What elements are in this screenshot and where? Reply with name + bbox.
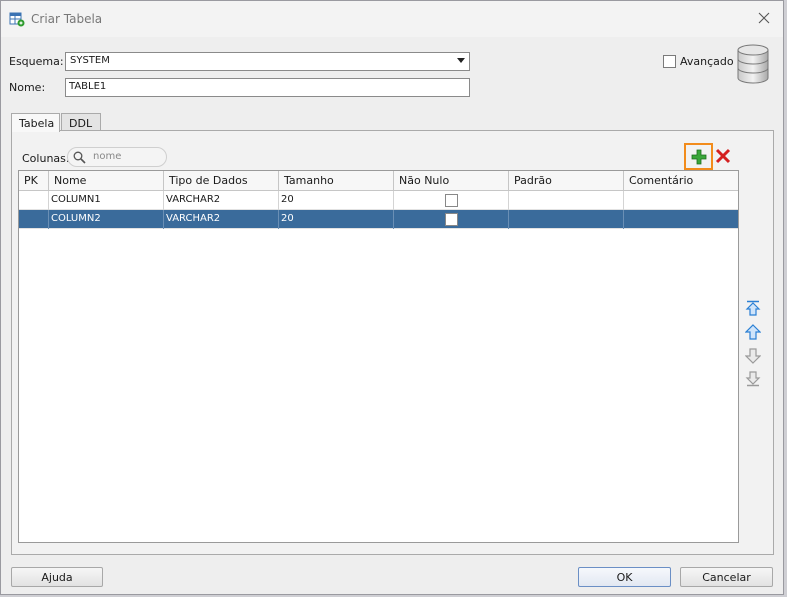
cell-size[interactable]: 20	[279, 210, 394, 229]
move-top-icon[interactable]	[745, 300, 761, 316]
header-comment[interactable]: Comentário	[624, 171, 738, 191]
cancel-button[interactable]: Cancelar	[680, 567, 773, 587]
ok-button-label: OK	[616, 571, 633, 584]
header-pk[interactable]: PK	[19, 171, 49, 191]
tab-ddl[interactable]: DDL	[61, 113, 101, 131]
column-search-input[interactable]: nome	[67, 147, 167, 167]
window-title: Criar Tabela	[31, 12, 103, 26]
ok-button[interactable]: OK	[578, 567, 671, 587]
name-label: Nome:	[9, 81, 46, 94]
chevron-down-icon	[457, 58, 465, 63]
schema-value: SYSTEM	[70, 55, 110, 66]
cell-not-null	[394, 191, 509, 210]
help-button[interactable]: Ajuda	[11, 567, 103, 587]
table-name-field[interactable]: TABLE1	[65, 78, 470, 97]
cell-comment[interactable]	[624, 210, 738, 229]
cell-data-type[interactable]: VARCHAR2	[164, 210, 279, 229]
table-app-icon	[9, 11, 25, 27]
header-not-null[interactable]: Não Nulo	[394, 171, 509, 191]
add-column-button[interactable]	[684, 143, 713, 170]
cell-comment[interactable]	[624, 191, 738, 210]
cell-pk[interactable]	[19, 210, 49, 229]
database-icon	[735, 44, 771, 84]
close-icon[interactable]	[755, 9, 773, 27]
advanced-label[interactable]: Avançado	[680, 55, 734, 68]
title-bar: Criar Tabela	[1, 1, 783, 37]
create-table-dialog: Criar Tabela Esquema: SYSTEM Nome: TABLE…	[0, 0, 784, 595]
table-row[interactable]: COLUMN1 VARCHAR2 20	[19, 191, 738, 210]
cell-size[interactable]: 20	[279, 191, 394, 210]
table-row[interactable]: COLUMN2 VARCHAR2 20	[19, 210, 738, 229]
move-bottom-icon[interactable]	[745, 371, 761, 387]
cell-not-null	[394, 210, 509, 229]
schema-select[interactable]: SYSTEM	[65, 52, 470, 71]
tab-tabela[interactable]: Tabela	[11, 113, 60, 132]
delete-x-icon	[715, 148, 731, 167]
schema-label: Esquema:	[9, 55, 64, 68]
not-null-checkbox[interactable]	[445, 194, 458, 207]
schema-label-text: Esquema:	[9, 55, 64, 68]
search-icon	[73, 151, 86, 167]
delete-column-button[interactable]	[715, 148, 731, 164]
header-data-type[interactable]: Tipo de Dados	[164, 171, 279, 191]
move-down-icon[interactable]	[744, 348, 762, 364]
header-default[interactable]: Padrão	[509, 171, 624, 191]
move-up-icon[interactable]	[744, 324, 762, 340]
cancel-button-label: Cancelar	[702, 571, 751, 584]
columns-table-header: PK Nome Tipo de Dados Tamanho Não Nulo P…	[19, 171, 738, 191]
plus-icon	[691, 149, 707, 168]
search-placeholder: nome	[93, 151, 122, 162]
cell-default[interactable]	[509, 191, 624, 210]
header-name[interactable]: Nome	[49, 171, 164, 191]
cell-name[interactable]: COLUMN2	[49, 210, 164, 229]
advanced-checkbox[interactable]	[663, 55, 676, 68]
cell-pk[interactable]	[19, 191, 49, 210]
columns-label: Colunas:	[22, 152, 70, 165]
cell-name[interactable]: COLUMN1	[49, 191, 164, 210]
help-button-label: Ajuda	[41, 571, 73, 584]
cell-default[interactable]	[509, 210, 624, 229]
table-name-value: TABLE1	[69, 81, 107, 92]
not-null-checkbox[interactable]	[445, 213, 458, 226]
header-size[interactable]: Tamanho	[279, 171, 394, 191]
columns-table: PK Nome Tipo de Dados Tamanho Não Nulo P…	[18, 170, 739, 543]
cell-data-type[interactable]: VARCHAR2	[164, 191, 279, 210]
